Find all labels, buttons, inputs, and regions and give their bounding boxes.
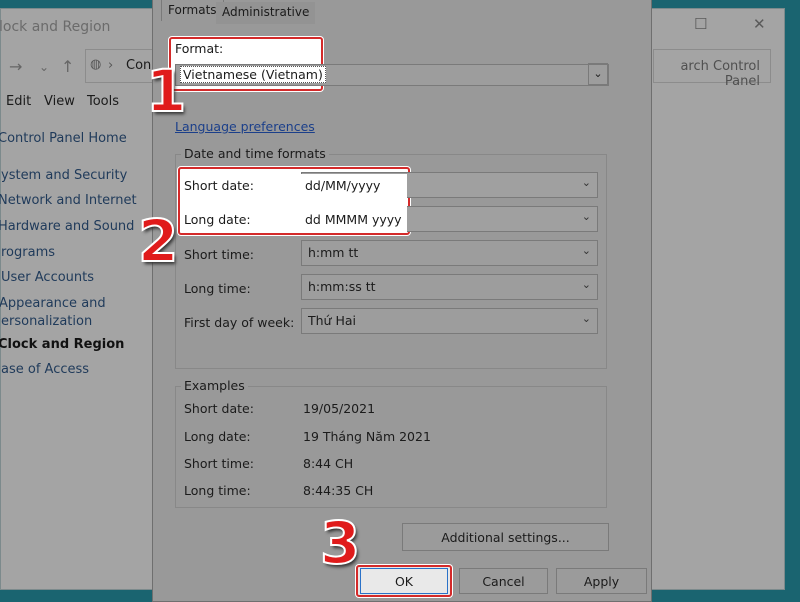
example-long-date-value: 19 Tháng Năm 2021 (303, 429, 431, 444)
maximize-button[interactable]: ☐ (694, 15, 707, 33)
example-short-date-label: Short date: (184, 401, 254, 416)
step-1-badge: 1 (145, 57, 187, 125)
example-long-time-label: Long time: (184, 483, 251, 498)
example-short-time-value: 8:44 CH (303, 456, 354, 471)
apply-button[interactable]: Apply (556, 568, 647, 594)
up-icon[interactable]: ↑ (61, 57, 74, 76)
long-time-label: Long time: (184, 281, 251, 296)
sidebar-hardware[interactable]: Hardware and Sound (0, 219, 134, 234)
tab-formats[interactable]: Formats (161, 0, 224, 21)
short-date-label: Short date: (184, 178, 254, 193)
language-preferences-link[interactable]: Language preferences (175, 119, 315, 134)
first-day-label: First day of week: (184, 315, 295, 330)
long-date-value-hl: dd MMMM yyyy (305, 212, 402, 227)
format-dropdown[interactable]: Vietnamese (Vietnam) (175, 64, 609, 86)
first-day-dropdown[interactable]: Thứ Hai ⌄ (301, 308, 598, 334)
close-button[interactable]: ✕ (753, 15, 766, 33)
step-3-badge: 3 (319, 509, 361, 577)
menu-edit[interactable]: Edit (6, 94, 31, 109)
format-value: Vietnamese (Vietnam) (180, 66, 326, 83)
short-time-label: Short time: (184, 247, 254, 262)
window-title: lock and Region (0, 19, 111, 35)
address-bar[interactable]: ◍ › Con (85, 49, 155, 83)
date-time-group-title: Date and time formats (181, 146, 329, 161)
chevron-down-icon: ⌄ (581, 312, 591, 325)
examples-group-title: Examples (181, 378, 248, 393)
tab-administrative[interactable]: Administrative (216, 2, 316, 24)
sidebar-system-security[interactable]: ystem and Security (1, 168, 127, 183)
cancel-button[interactable]: Cancel (459, 568, 548, 594)
sidebar-clock-region[interactable]: Clock and Region (0, 337, 124, 352)
step-2-badge: 2 (137, 207, 179, 275)
chevron-down-icon: ⌄ (581, 278, 591, 291)
sidebar-ease-of-access[interactable]: ase of Access (1, 362, 89, 377)
chevron-down-icon: ⌄ (581, 210, 591, 223)
example-long-time-value: 8:44:35 CH (303, 483, 374, 498)
control-panel-icon: ◍ (90, 57, 102, 72)
sidebar-appearance[interactable]: Appearance and (0, 296, 106, 311)
format-label: Format: (175, 41, 224, 56)
menu-view[interactable]: View (44, 94, 75, 109)
search-input[interactable]: arch Control Panel (653, 49, 771, 89)
additional-settings-button[interactable]: Additional settings... (402, 523, 609, 551)
sidebar-personalization[interactable]: ersonalization (1, 314, 92, 329)
menu-tools[interactable]: Tools (87, 94, 119, 109)
example-short-date-value: 19/05/2021 (303, 401, 376, 416)
example-long-date-label: Long date: (184, 429, 251, 444)
recent-dropdown-icon[interactable]: ⌄ (39, 60, 49, 74)
chevron-down-icon[interactable]: ⌄ (588, 63, 608, 85)
ok-button[interactable]: OK (360, 568, 448, 594)
chevron-right-icon: › (108, 58, 114, 73)
short-time-value: h:mm tt (308, 245, 359, 260)
long-time-dropdown[interactable]: h:mm:ss tt ⌄ (301, 274, 598, 300)
sidebar-user-accounts[interactable]: User Accounts (1, 270, 94, 285)
sidebar-programs[interactable]: rograms (1, 245, 55, 260)
sidebar-home[interactable]: Control Panel Home (0, 131, 127, 146)
long-date-label: Long date: (184, 212, 251, 227)
first-day-value: Thứ Hai (308, 313, 356, 328)
region-dialog: Formats Administrative Format: Vietnames… (152, 0, 652, 602)
example-short-time-label: Short time: (184, 456, 254, 471)
chevron-down-icon: ⌄ (581, 244, 591, 257)
forward-icon[interactable]: → (9, 57, 22, 76)
short-date-value-hl: dd/MM/yyyy (305, 178, 381, 193)
sidebar-network[interactable]: Network and Internet (0, 193, 137, 208)
long-time-value: h:mm:ss tt (308, 279, 376, 294)
short-time-dropdown[interactable]: h:mm tt ⌄ (301, 240, 598, 266)
chevron-down-icon: ⌄ (581, 176, 591, 189)
